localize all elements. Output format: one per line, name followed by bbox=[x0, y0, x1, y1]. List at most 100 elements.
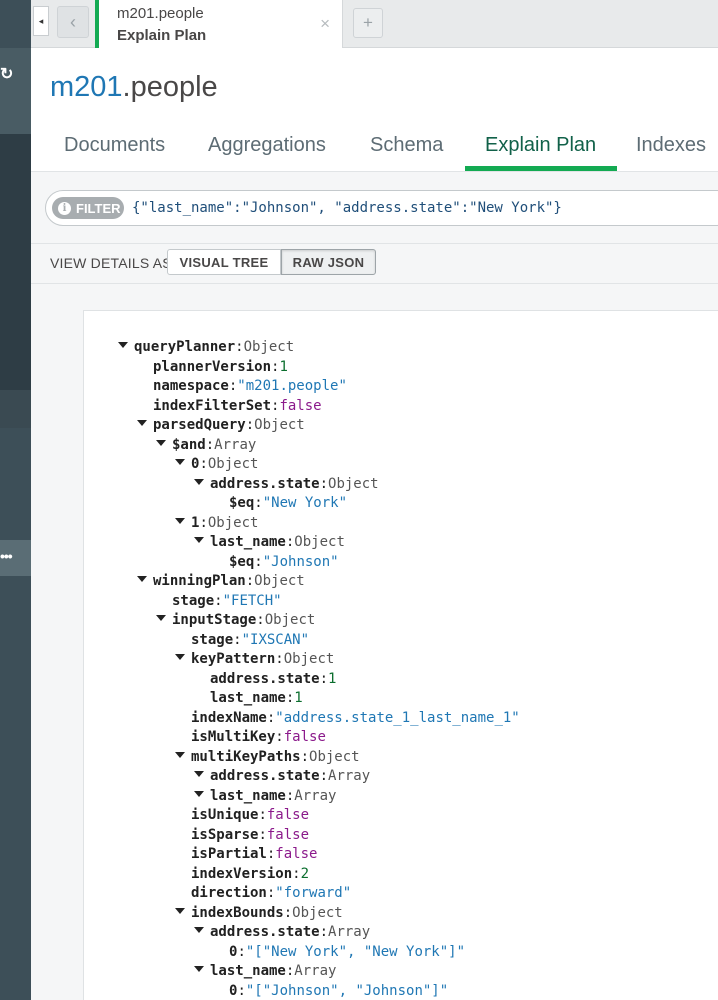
json-value: "["New York", "New York"]" bbox=[245, 943, 466, 960]
json-colon: : bbox=[214, 592, 223, 609]
caret-down-icon[interactable] bbox=[156, 439, 166, 446]
tab-indexes[interactable]: Indexes bbox=[636, 134, 706, 172]
json-colon: : bbox=[300, 748, 310, 765]
json-row[interactable]: $and:Array bbox=[156, 436, 256, 455]
json-row: isMultiKey:false bbox=[191, 728, 326, 747]
json-key: stage bbox=[172, 592, 215, 609]
json-row[interactable]: 1:Object bbox=[175, 514, 258, 533]
json-value: Object bbox=[254, 417, 305, 433]
json-row[interactable]: indexBounds:Object bbox=[175, 904, 343, 923]
view-details-bar: VIEW DETAILS AS VISUAL TREE RAW JSON bbox=[31, 244, 718, 284]
caret-down-icon[interactable] bbox=[137, 576, 147, 582]
caret-down-icon[interactable] bbox=[194, 966, 204, 972]
json-row[interactable]: address.state:Object bbox=[194, 475, 379, 494]
json-row[interactable]: last_name:Object bbox=[194, 533, 345, 552]
json-row: 0:"["New York", "New York"]" bbox=[229, 943, 465, 962]
json-key: last_name bbox=[210, 787, 286, 804]
caret-down-icon[interactable] bbox=[156, 615, 166, 621]
raw-json-button[interactable]: RAW JSON bbox=[281, 249, 376, 275]
tab-aggregations[interactable]: Aggregations bbox=[208, 134, 326, 172]
filter-query-text[interactable]: {"last_name":"Johnson", "address.state":… bbox=[132, 200, 562, 216]
json-colon: : bbox=[235, 339, 244, 355]
add-tab-button[interactable]: + bbox=[353, 8, 383, 38]
json-row[interactable]: inputStage:Object bbox=[156, 611, 315, 630]
json-value: Object bbox=[207, 514, 259, 531]
json-value: Array bbox=[214, 436, 257, 453]
explain-output-area: queryPlanner:Object plannerVersion:1 names… bbox=[31, 284, 718, 1000]
caret-down-icon[interactable] bbox=[194, 537, 204, 543]
json-row: isPartial:false bbox=[191, 845, 317, 864]
json-value: "IXSCAN" bbox=[241, 631, 310, 648]
tab-namespace: m201.people bbox=[117, 5, 204, 22]
caret-down-icon[interactable] bbox=[194, 478, 204, 485]
sidebar-section bbox=[0, 134, 31, 390]
database-name[interactable]: m201 bbox=[50, 71, 123, 103]
json-value: Array bbox=[328, 924, 371, 940]
json-key: multiKeyPaths bbox=[191, 748, 301, 765]
json-row[interactable]: multiKeyPaths:Object bbox=[175, 748, 360, 767]
tab-documents[interactable]: Documents bbox=[64, 134, 165, 172]
json-row[interactable]: winningPlan:Object bbox=[137, 572, 305, 591]
json-key: indexBounds bbox=[191, 904, 284, 921]
visual-tree-button[interactable]: VISUAL TREE bbox=[167, 249, 281, 275]
json-row: $eq:"Johnson" bbox=[229, 553, 339, 572]
caret-down-icon[interactable] bbox=[175, 751, 185, 758]
refresh-icon[interactable]: ↻ bbox=[0, 64, 16, 84]
json-value: Object bbox=[328, 475, 379, 492]
caret-down-icon[interactable] bbox=[175, 459, 185, 465]
json-row[interactable]: queryPlanner:Object bbox=[118, 338, 294, 357]
collection-name: .people bbox=[122, 71, 218, 103]
json-colon: : bbox=[199, 514, 208, 531]
json-value: Object bbox=[283, 651, 335, 667]
caret-down-icon[interactable] bbox=[175, 517, 185, 524]
json-row: indexVersion:2 bbox=[191, 865, 309, 884]
caret-down-icon[interactable] bbox=[194, 771, 204, 777]
json-row[interactable]: keyPattern:Object bbox=[175, 650, 334, 669]
caret-down-icon[interactable] bbox=[118, 342, 128, 348]
json-value: "address.state_1_last_name_1" bbox=[275, 709, 520, 726]
back-button[interactable]: ‹ bbox=[57, 6, 89, 38]
json-colon: : bbox=[199, 456, 208, 472]
ellipsis-icon[interactable]: ••• bbox=[0, 548, 18, 566]
json-key: keyPattern bbox=[191, 651, 276, 667]
json-row[interactable]: 0:Object bbox=[175, 455, 258, 474]
json-row[interactable]: last_name:Array bbox=[194, 787, 336, 806]
json-key: isUnique bbox=[191, 807, 259, 823]
tab-scroll-left-button[interactable]: ◂ bbox=[33, 6, 49, 36]
caret-down-icon[interactable] bbox=[137, 420, 147, 426]
tab-m201-people[interactable]: m201.people Explain Plan × bbox=[95, 0, 343, 48]
json-colon: : bbox=[275, 651, 284, 667]
json-row[interactable]: address.state:Array bbox=[194, 767, 370, 786]
json-row[interactable]: last_name:Array bbox=[194, 962, 336, 981]
json-colon: : bbox=[283, 904, 293, 921]
caret-down-icon[interactable] bbox=[175, 907, 185, 914]
json-value: "forward" bbox=[275, 885, 352, 901]
caret-down-icon[interactable] bbox=[175, 654, 185, 660]
json-colon: : bbox=[237, 943, 246, 960]
json-key: last_name bbox=[210, 534, 286, 550]
caret-down-icon[interactable] bbox=[194, 790, 204, 797]
json-value: 1 bbox=[279, 358, 288, 375]
tab-schema[interactable]: Schema bbox=[370, 134, 443, 172]
json-row: plannerVersion:1 bbox=[153, 358, 288, 377]
json-key: address.state bbox=[210, 670, 320, 687]
collection-header: m201.people Documents Aggregations Schem… bbox=[31, 48, 718, 172]
close-icon[interactable]: × bbox=[320, 14, 330, 34]
json-colon: : bbox=[237, 982, 246, 999]
json-key: isSparse bbox=[191, 826, 259, 843]
info-icon[interactable]: i bbox=[58, 201, 71, 215]
caret-down-icon[interactable] bbox=[194, 927, 204, 933]
json-value: false bbox=[266, 807, 310, 823]
sidebar-section bbox=[0, 390, 31, 428]
json-row[interactable]: parsedQuery:Object bbox=[137, 416, 305, 435]
json-value: Array bbox=[294, 787, 337, 804]
json-value: Array bbox=[328, 768, 371, 784]
json-key: last_name bbox=[210, 963, 286, 979]
json-colon: : bbox=[254, 495, 263, 511]
json-row[interactable]: address.state:Array bbox=[194, 923, 370, 942]
json-colon: : bbox=[245, 573, 255, 589]
json-row: 0:"["Johnson", "Johnson"]" bbox=[229, 982, 448, 1000]
json-key: winningPlan bbox=[153, 573, 246, 589]
json-colon: : bbox=[319, 475, 329, 492]
filter-input[interactable]: i FILTER {"last_name":"Johnson", "address… bbox=[45, 190, 718, 226]
